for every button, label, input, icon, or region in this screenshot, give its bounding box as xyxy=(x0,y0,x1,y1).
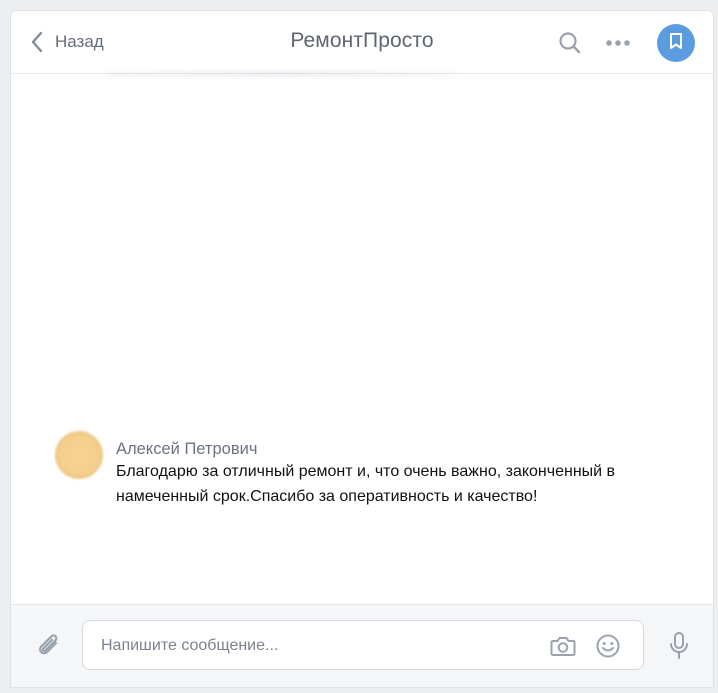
bookmark-button[interactable] xyxy=(657,24,695,62)
camera-icon[interactable] xyxy=(549,632,577,660)
message-input-box xyxy=(82,620,644,671)
search-icon[interactable] xyxy=(557,30,583,56)
emoji-icon[interactable] xyxy=(594,632,622,660)
paperclip-icon[interactable] xyxy=(33,629,65,663)
message-input[interactable] xyxy=(99,621,533,671)
message-composer xyxy=(11,604,713,687)
message-author[interactable]: Алексей Петрович xyxy=(116,440,257,459)
message-text: Благодарю за отличный ремонт и, что очен… xyxy=(116,463,616,505)
microphone-icon[interactable] xyxy=(665,629,693,663)
chat-window: Назад РемонтПросто Алексей Петрович Благ… xyxy=(10,10,714,688)
chat-header: Назад РемонтПросто xyxy=(11,11,713,74)
faded-content xyxy=(107,71,457,77)
avatar[interactable] xyxy=(55,431,103,479)
bookmark-icon xyxy=(668,32,684,55)
more-icon[interactable] xyxy=(605,30,631,56)
